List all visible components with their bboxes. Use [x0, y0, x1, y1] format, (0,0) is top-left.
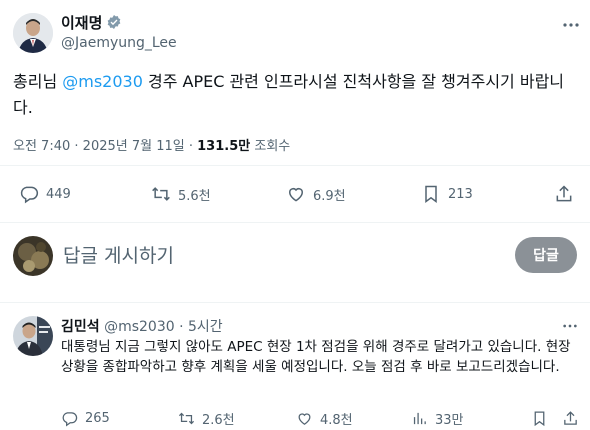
divider — [0, 302, 590, 303]
reply-retweet-count: 2.6천 — [202, 412, 235, 428]
reply-views-count: 33만 — [435, 412, 464, 428]
meta-separator: · — [188, 139, 193, 154]
reply-author-name[interactable]: 김민석 — [61, 319, 100, 335]
bookmark-count: 213 — [448, 186, 473, 202]
retweet-button[interactable]: 5.6천 — [151, 182, 211, 206]
retweet-count: 5.6천 — [178, 188, 211, 204]
reply-more-icon[interactable] — [562, 318, 578, 334]
tweet-date[interactable]: 2025년 7월 11일 — [83, 139, 185, 154]
share-icon — [554, 184, 574, 204]
reply-submit-button[interactable]: 답글 — [515, 237, 577, 273]
like-icon — [286, 184, 306, 204]
reply-input[interactable]: 답글 게시하기 — [63, 242, 483, 270]
share-button[interactable] — [554, 182, 574, 206]
reply-views-button[interactable]: 33만 — [411, 408, 464, 428]
reply-button[interactable]: 449 — [19, 182, 71, 206]
reply-icon — [19, 184, 39, 204]
reply-share-button[interactable] — [562, 408, 579, 428]
meta-separator: · — [179, 319, 184, 335]
reply-text: 대통령님 지금 그렇지 않아도 APEC 현장 1차 점검을 위해 경주로 달려… — [61, 339, 571, 375]
share-icon — [562, 410, 579, 427]
reply-bookmark-button[interactable] — [531, 408, 548, 428]
views-icon — [411, 410, 428, 427]
tweet-text: 총리님 @ms2030 경주 APEC 관련 인프라시설 진척사항을 잘 챙겨주… — [13, 69, 579, 121]
more-icon[interactable] — [562, 16, 580, 34]
author-name[interactable]: 이재명 — [61, 12, 102, 33]
divider — [0, 222, 590, 223]
tweet-meta: 오전 7:40 · 2025년 7월 11일 · 131.5만 조회수 — [13, 135, 290, 154]
like-count: 6.9천 — [313, 188, 346, 204]
bookmark-icon — [531, 410, 548, 427]
reply-author-avatar[interactable] — [13, 316, 53, 356]
mention-link[interactable]: @ms2030 — [62, 72, 143, 91]
retweet-icon — [178, 410, 195, 427]
reply-author-handle[interactable]: @ms2030 — [104, 319, 175, 335]
reply-like-button[interactable]: 4.8천 — [296, 408, 353, 428]
like-icon — [296, 410, 313, 427]
like-button[interactable]: 6.9천 — [286, 182, 346, 206]
reply-retweet-button[interactable]: 2.6천 — [178, 408, 235, 428]
meta-separator: · — [74, 139, 79, 154]
author-handle[interactable]: @Jaemyung_Lee — [61, 35, 177, 51]
reply-like-count: 4.8천 — [320, 412, 353, 428]
tweet-time[interactable]: 오전 7:40 — [13, 139, 70, 154]
author-avatar[interactable] — [13, 13, 53, 53]
reply-icon — [61, 410, 78, 427]
current-user-avatar[interactable] — [13, 236, 53, 276]
verified-badge-icon — [106, 14, 122, 30]
reply-count: 449 — [46, 186, 71, 202]
divider — [0, 165, 590, 166]
retweet-icon — [151, 184, 171, 204]
views-label: 조회수 — [254, 139, 291, 154]
views-count: 131.5만 — [197, 139, 251, 154]
bookmark-button[interactable]: 213 — [421, 182, 473, 206]
bookmark-icon — [421, 184, 441, 204]
reply-reply-count: 265 — [85, 410, 110, 426]
reply-header: 김민석 @ms2030 · 5시간 — [61, 316, 223, 336]
reply-time[interactable]: 5시간 — [188, 319, 223, 335]
tweet-text-start: 총리님 — [13, 72, 63, 91]
reply-reply-button[interactable]: 265 — [61, 408, 110, 428]
